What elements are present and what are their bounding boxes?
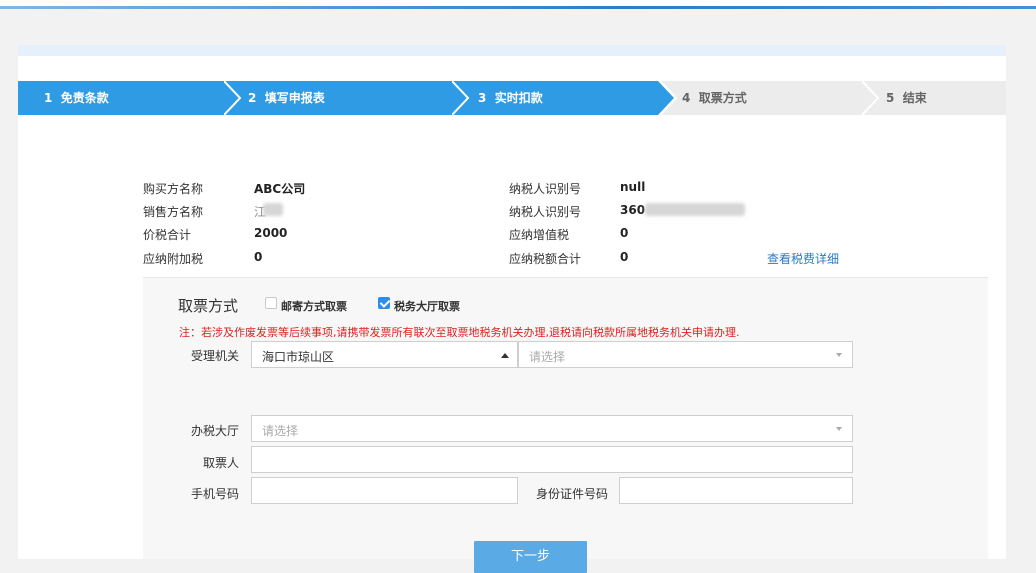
seller-taxid-label: 纳税人识别号 [509,205,582,219]
step-3-label: 实时扣款 [494,91,543,105]
step-1-label: 免责条款 [60,91,109,105]
caret-up-icon [501,353,509,358]
id-number-input[interactable] [619,477,853,504]
authority-sub-select[interactable]: 请选择 [518,341,853,368]
total-label: 价税合计 [143,228,192,242]
next-button[interactable]: 下一步 [474,541,587,573]
step-2-number: 2 [248,91,257,105]
step-5[interactable]: 5 结束 [862,81,1006,115]
tax-detail-link[interactable]: 查看税费详细 [767,250,839,267]
authority-label: 受理机关 [190,349,239,363]
hall-pickup-checkbox[interactable] [378,297,390,309]
id-number-label: 身份证件号码 [535,487,608,501]
step-2[interactable]: 2 填写申报表 [224,81,470,115]
total-value: 2000 [254,226,288,240]
chevron-down-icon [836,427,842,431]
tax-total-label: 应纳税额合计 [509,252,582,266]
redaction-blur [645,203,745,216]
collector-input[interactable] [251,446,853,473]
pickup-title: 取票方式 [178,297,239,315]
surtax-value: 0 [254,250,263,264]
phone-label: 手机号码 [190,487,239,501]
seller-name-label: 销售方名称 [143,205,204,219]
pickup-notice: 注：若涉及作废发票等后续事项,请携带发票所有联次至取票地税务机关办理,退税请向税… [179,326,740,339]
progress-stepper: 1 免责条款 2 填写申报表 3 实时扣款 4 取票方式 5 结束 [18,81,1006,115]
buyer-taxid-value: null [620,180,646,194]
mail-pickup-label[interactable]: 邮寄方式取票 [281,298,347,314]
step-1-number: 1 [44,91,53,105]
buyer-name-label: 购买方名称 [143,182,204,196]
authority-select-value: 海口市琼山区 [262,350,335,364]
step-3[interactable]: 3 实时扣款 [452,81,678,115]
mail-pickup-checkbox[interactable] [265,297,277,309]
hall-label: 办税大厅 [190,424,239,438]
tax-total-value: 0 [620,250,629,264]
chevron-down-icon [836,353,842,357]
buyer-taxid-label: 纳税人识别号 [509,182,582,196]
step-5-shape [862,81,1006,115]
step-4-label: 取票方式 [698,91,747,105]
buyer-name-value: ABC公司 [254,182,306,196]
hall-select[interactable]: 请选择 [251,415,853,442]
step-3-number: 3 [478,91,487,105]
step-4-number: 4 [682,91,691,105]
collector-label: 取票人 [202,456,239,470]
surtax-label: 应纳附加税 [143,252,204,266]
vat-value: 0 [620,226,629,240]
phone-input[interactable] [251,477,518,504]
top-accent-line [0,6,1036,9]
step-5-number: 5 [886,91,895,105]
authority-sub-placeholder: 请选择 [529,350,566,364]
step-1[interactable]: 1 免责条款 [18,81,244,115]
vat-label: 应纳增值税 [509,228,570,242]
hall-pickup-label[interactable]: 税务大厅取票 [394,298,460,314]
hall-select-placeholder: 请选择 [262,424,299,438]
panel-top-band [18,45,1006,56]
main-panel: 1 免责条款 2 填写申报表 3 实时扣款 4 取票方式 5 结束 购买方名称 … [18,45,1006,573]
step-2-label: 填写申报表 [264,91,325,105]
seller-taxid-value: 360 [620,203,646,217]
pickup-form: 取票方式 邮寄方式取票 税务大厅取票 注：若涉及作废发票等后续事项,请携带发票所… [143,278,988,573]
step-4[interactable]: 4 取票方式 [660,81,880,115]
step-5-label: 结束 [902,91,927,105]
authority-select[interactable]: 海口市琼山区 [251,341,518,368]
redaction-blur [263,203,283,216]
